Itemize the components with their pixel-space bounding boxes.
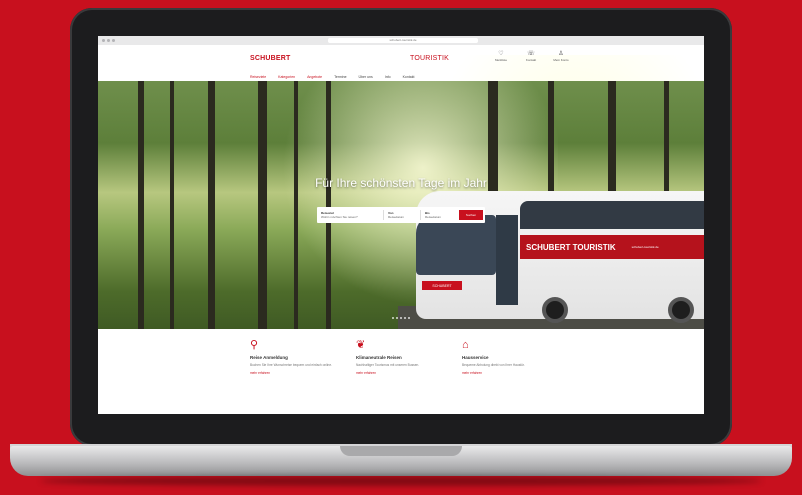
contact-button[interactable]: ☏ Kontakt (520, 51, 542, 62)
feature-card: ⚲ Reise Anmeldung Buchen Sie Ihre Wunsch… (250, 339, 340, 375)
tree-trunk (138, 81, 144, 329)
nav-kategorien[interactable]: Kategorien (278, 75, 295, 79)
hero-heading: Für Ihre schönsten Tage im Jahr (315, 176, 487, 190)
bus-wheel (668, 297, 694, 323)
bus-wheel (542, 297, 568, 323)
feature-card: ❦ Klimaneutrale Reisen Nachhaltiger Tour… (356, 339, 446, 375)
pin-icon: ⚲ (250, 339, 259, 351)
window-controls[interactable] (102, 39, 115, 42)
features-section: ⚲ Reise Anmeldung Buchen Sie Ihre Wunsch… (98, 329, 704, 414)
search-button[interactable]: Suchen (459, 210, 483, 220)
bus-tagline: schubert-touristik.de (631, 245, 659, 249)
feature-desc: Buchen Sie Ihre Wunschreise bequem und e… (250, 363, 332, 367)
nav-reiseziele[interactable]: Reiseziele (250, 75, 266, 79)
slider-dot[interactable] (404, 317, 406, 319)
slider-dots (392, 317, 410, 319)
hero-banner: SCHUBERT TOURISTIK schubert-touristik.de … (98, 81, 704, 329)
feature-title: Hausservice (462, 355, 489, 360)
maximize-dot[interactable] (112, 39, 115, 42)
laptop-shadow (40, 476, 762, 486)
bus-brand: SCHUBERT TOURISTIK (526, 242, 616, 252)
contact-label: Kontakt (525, 58, 537, 62)
slider-dot[interactable] (408, 317, 410, 319)
bus-windows (520, 201, 704, 229)
house-icon: ⌂ (462, 339, 469, 351)
user-icon: ♙ (558, 51, 564, 57)
heart-icon: ♡ (498, 51, 504, 57)
slider-dot[interactable] (400, 317, 402, 319)
nav-ueber-uns[interactable]: Über uns (359, 75, 373, 79)
bus-windshield (416, 215, 496, 275)
account-button[interactable]: ♙ Mein Konto (550, 51, 572, 62)
feature-link[interactable]: mehr erfahren (250, 371, 340, 375)
search-bar: Reiseziel Wohin möchten Sie reisen? Von Re… (317, 207, 485, 223)
feature-link[interactable]: mehr erfahren (462, 371, 552, 375)
slider-dot[interactable] (396, 317, 398, 319)
wishlist-label: Merkliste (494, 58, 507, 62)
date-from-value: Reisedatum (388, 215, 405, 219)
feature-desc: Nachhaltiger Tourismus mit unseren Busse… (356, 363, 420, 367)
tree-trunk (208, 81, 215, 329)
date-to-value: Reisedatum (425, 215, 442, 219)
wishlist-button[interactable]: ♡ Merkliste (490, 51, 512, 62)
nav-info[interactable]: Info (385, 75, 391, 79)
slider-dot[interactable] (392, 317, 394, 319)
tree-trunk (258, 81, 267, 329)
close-dot[interactable] (102, 39, 105, 42)
feature-title: Klimaneutrale Reisen (356, 355, 402, 360)
address-bar[interactable]: schubert-touristik.de (328, 38, 478, 43)
destination-field[interactable]: Reiseziel Wohin möchten Sie reisen? (317, 210, 384, 220)
tree-trunk (294, 81, 298, 329)
logo-brand: SCHUBERT (250, 55, 291, 62)
account-label: Mein Konto (553, 58, 569, 62)
laptop-notch (340, 446, 462, 456)
laptop-frame: schubert-touristik.de SCHUBERT TOURISTIK… (0, 0, 802, 495)
feature-card: ⌂ Hausservice Bequeme Abholung direkt vo… (462, 339, 552, 375)
tree-trunk (170, 81, 174, 329)
site-logo[interactable]: SCHUBERT TOURISTIK (250, 55, 704, 303)
nav-angebote[interactable]: Angebote (307, 75, 322, 79)
leaf-icon: ❦ (356, 339, 366, 351)
minimize-dot[interactable] (107, 39, 110, 42)
destination-value: Wohin möchten Sie reisen? (321, 215, 358, 219)
nav-kontakt[interactable]: Kontakt (403, 75, 415, 79)
date-from-field[interactable]: Von Reisedatum (384, 210, 421, 220)
feature-title: Reise Anmeldung (250, 355, 288, 360)
feature-desc: Bequeme Abholung direkt von Ihrer Haustü… (462, 363, 525, 367)
main-nav: Reiseziele Kategorien Angebote Termine Ü… (250, 75, 414, 79)
laptop-screen: schubert-touristik.de SCHUBERT TOURISTIK… (98, 36, 704, 414)
bus-front-badge: SCHUBERT (422, 281, 462, 290)
date-to-field[interactable]: Bis Reisedatum (421, 210, 457, 220)
bus-livery: SCHUBERT TOURISTIK schubert-touristik.de (520, 235, 704, 259)
tree-trunk (326, 81, 331, 329)
header-icons: ♡ Merkliste ☏ Kontakt ♙ Mein Konto (490, 51, 572, 62)
bus-door (496, 215, 518, 305)
feature-link[interactable]: mehr erfahren (356, 371, 446, 375)
nav-termine[interactable]: Termine (334, 75, 346, 79)
phone-icon: ☏ (527, 51, 535, 57)
